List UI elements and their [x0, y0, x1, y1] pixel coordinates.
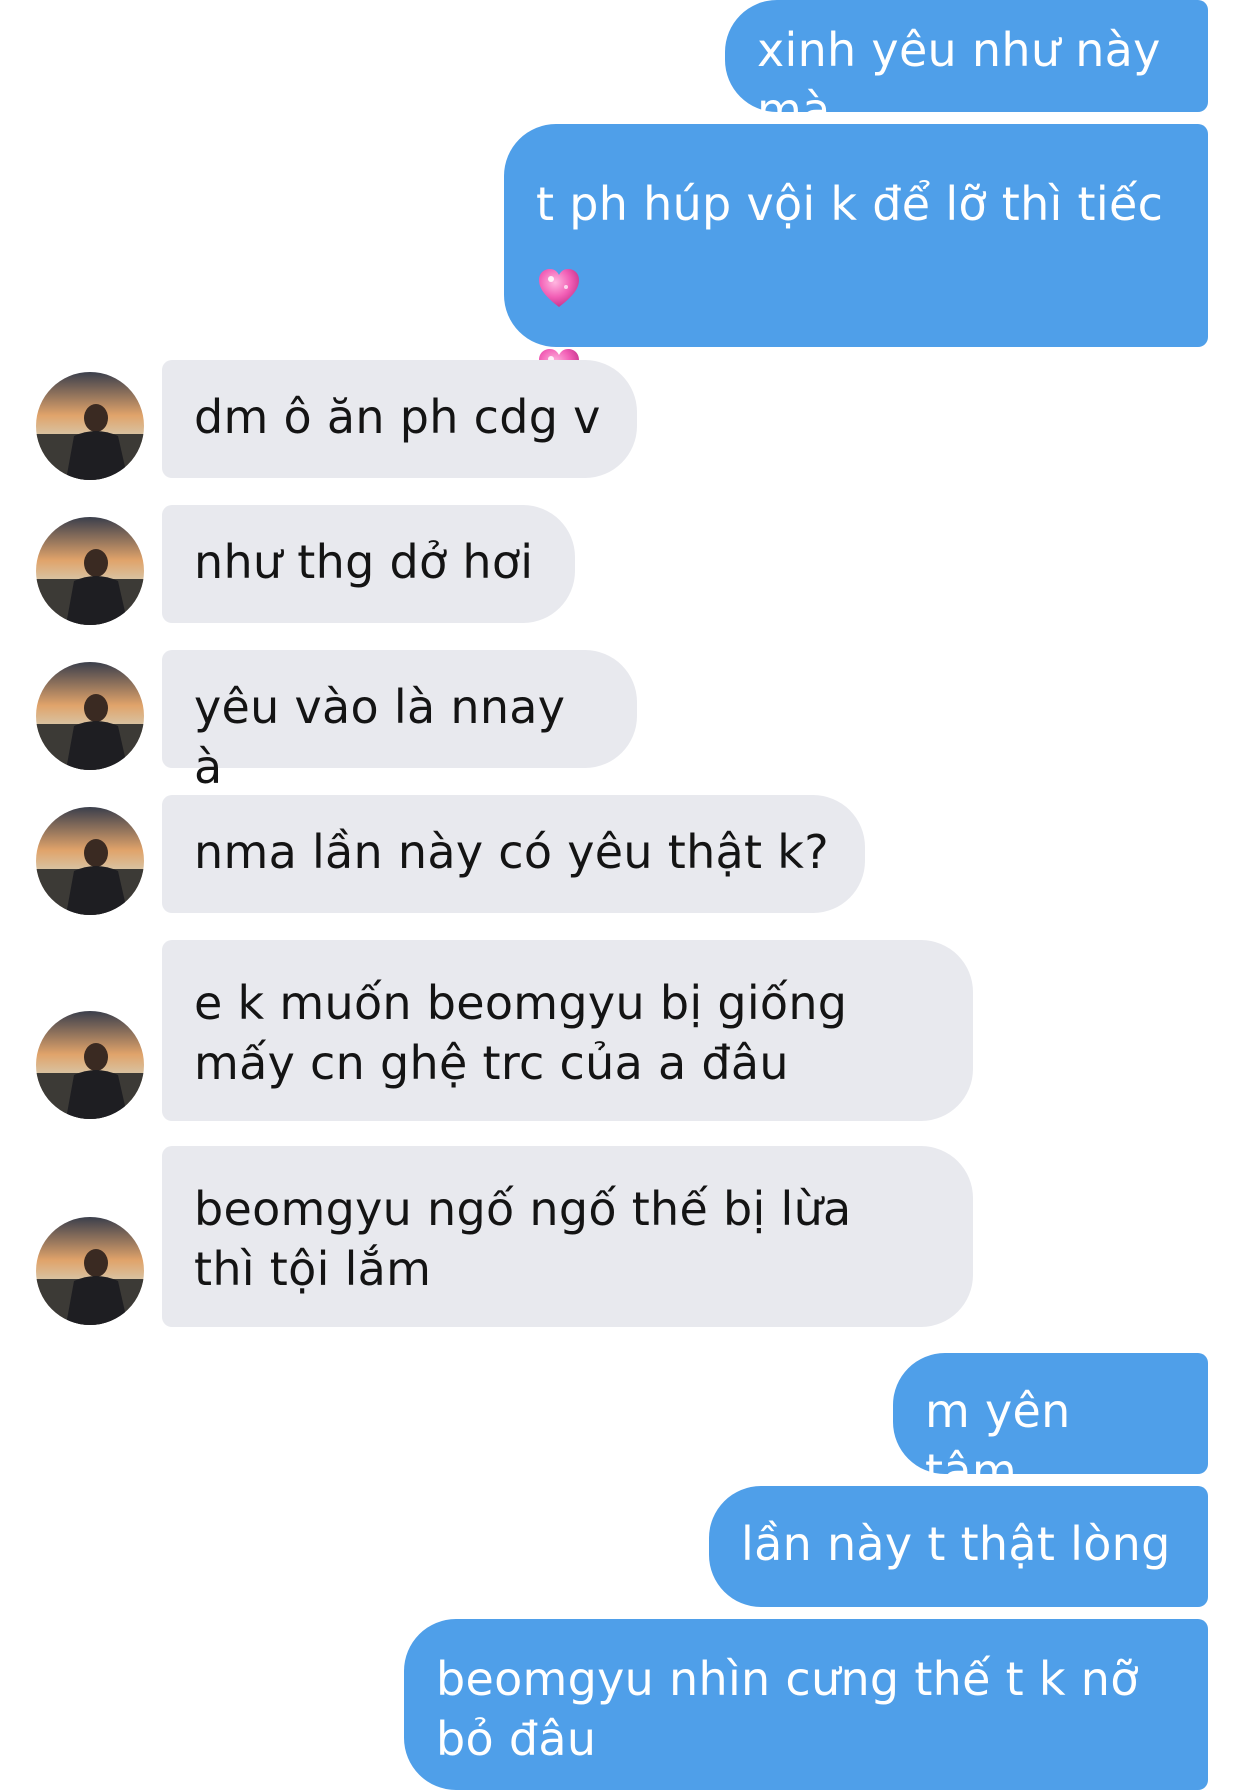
- conversation-thread: xinh yêu như này mà t ph húp vội k để lỡ…: [0, 0, 1242, 1790]
- incoming-message[interactable]: như thg dở hơi: [162, 505, 575, 623]
- sparkling-heart-icon: [536, 265, 582, 311]
- incoming-message[interactable]: nma lần này có yêu thật k?: [162, 795, 865, 913]
- message-text: e k muốn beomgyu bị giống mấy cn ghệ trc…: [194, 976, 848, 1090]
- outgoing-message[interactable]: t ph húp vội k để lỡ thì tiếc: [504, 124, 1208, 387]
- message-text: beomgyu ngố ngố thế bị lừa thì tội lắm: [194, 1182, 852, 1296]
- message-text: t ph húp vội k để lỡ thì tiếc: [536, 177, 1164, 231]
- incoming-message[interactable]: beomgyu ngố ngố thế bị lừa thì tội lắm: [162, 1146, 973, 1327]
- contact-avatar-icon[interactable]: [36, 1011, 144, 1119]
- incoming-message[interactable]: e k muốn beomgyu bị giống mấy cn ghệ trc…: [162, 940, 973, 1121]
- message-text: như thg dở hơi: [194, 535, 534, 589]
- outgoing-message[interactable]: m yên tâm: [893, 1353, 1208, 1498]
- contact-avatar-icon[interactable]: [36, 807, 144, 915]
- message-text: m yên tâm: [925, 1384, 1071, 1498]
- contact-avatar-icon[interactable]: [36, 372, 144, 480]
- message-text: dm ô ăn ph cdg v: [194, 390, 601, 444]
- message-text: yêu vào là nnay à: [194, 680, 566, 794]
- outgoing-message[interactable]: beomgyu nhìn cưng thế t k nỡ bỏ đâu: [404, 1619, 1208, 1790]
- incoming-message[interactable]: yêu vào là nnay à: [162, 650, 637, 794]
- message-text: lần này t thật lòng: [741, 1517, 1171, 1571]
- outgoing-message[interactable]: xinh yêu như này mà: [725, 0, 1208, 137]
- contact-avatar-icon[interactable]: [36, 662, 144, 770]
- message-text: xinh yêu như này mà: [757, 23, 1161, 137]
- message-text: beomgyu nhìn cưng thế t k nỡ bỏ đâu: [436, 1652, 1139, 1766]
- message-text: nma lần này có yêu thật k?: [194, 825, 829, 879]
- incoming-message[interactable]: dm ô ăn ph cdg v: [162, 360, 637, 478]
- contact-avatar-icon[interactable]: [36, 517, 144, 625]
- contact-avatar-icon[interactable]: [36, 1217, 144, 1325]
- outgoing-message[interactable]: lần này t thật lòng: [709, 1486, 1208, 1607]
